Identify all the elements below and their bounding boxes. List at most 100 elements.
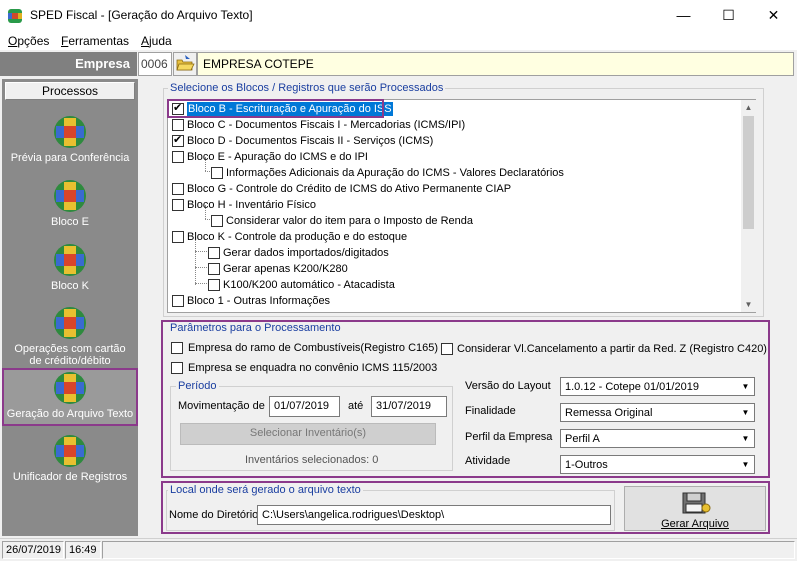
purpose-value: Remessa Original: [565, 407, 653, 419]
fuel-checkbox[interactable]: [171, 342, 183, 354]
chevron-down-icon: ▼: [738, 379, 753, 394]
profile-select[interactable]: Perfil A ▼: [560, 429, 755, 448]
splitter[interactable]: [138, 79, 142, 536]
movement-label: Movimentação de: [178, 400, 265, 412]
chevron-down-icon: ▼: [738, 405, 753, 420]
cube-icon: [54, 244, 86, 276]
menu-opcoes[interactable]: Opções: [8, 34, 49, 48]
tree-item-label: Bloco 1 - Outras Informações: [187, 295, 331, 307]
sidebar-item-geracao[interactable]: Geração do Arquivo Texto: [2, 368, 138, 426]
tree-item-label: Bloco H - Inventário Físico: [187, 199, 316, 211]
sidebar-item-label: Operações com cartão de crédito/débito: [14, 343, 126, 367]
sidebar-item-unificador[interactable]: Unificador de Registros: [2, 434, 138, 492]
selection-highlight: [167, 99, 384, 118]
checkbox[interactable]: [211, 215, 223, 227]
sidebar-item-label: Unificador de Registros: [12, 471, 128, 483]
cube-icon: [54, 372, 86, 404]
layout-label: Versão do Layout: [465, 380, 551, 392]
cancel-label: Considerar Vl.Cancelamento a partir da R…: [457, 343, 767, 355]
company-code-input[interactable]: 0006: [138, 52, 172, 76]
select-inventory-button[interactable]: Selecionar Inventário(s): [180, 423, 436, 445]
scroll-thumb[interactable]: [743, 116, 754, 229]
checkbox[interactable]: [172, 231, 184, 243]
checkbox[interactable]: [208, 279, 220, 291]
layout-value: 1.0.12 - Cotepe 01/01/2019: [565, 381, 699, 393]
maximize-button[interactable]: ☐: [706, 0, 751, 30]
sidebar-item-cartao[interactable]: Operações com cartão de crédito/débito: [2, 306, 138, 370]
sidebar-header: Processos: [5, 82, 135, 100]
chevron-down-icon: ▼: [738, 457, 753, 472]
blocks-legend: Selecione os Blocos / Registros que serã…: [168, 82, 446, 94]
activity-label: Atividade: [465, 455, 511, 467]
status-date: 26/07/2019: [2, 541, 64, 559]
company-label: Empresa: [75, 56, 130, 71]
layout-select[interactable]: 1.0.12 - Cotepe 01/01/2019 ▼: [560, 377, 755, 396]
tree-item-label: Bloco E - Apuração do ICMS e do IPI: [187, 151, 368, 163]
checkbox[interactable]: [208, 263, 220, 275]
cube-icon: [54, 307, 86, 339]
sidebar-item-bloco-k[interactable]: Bloco K: [2, 243, 138, 301]
generate-button-label: Gerar Arquivo: [661, 518, 729, 530]
purpose-select[interactable]: Remessa Original ▼: [560, 403, 755, 422]
cube-icon: [54, 435, 86, 467]
checkbox[interactable]: [172, 119, 184, 131]
to-label: até: [348, 400, 364, 412]
period-legend: Período: [176, 380, 219, 392]
scroll-down-icon[interactable]: ▼: [741, 297, 756, 312]
activity-select[interactable]: 1-Outros ▼: [560, 455, 755, 474]
dir-label: Nome do Diretório: [169, 509, 259, 521]
checkbox[interactable]: [172, 199, 184, 211]
tree-item-label: Gerar dados importados/digitados: [223, 247, 389, 259]
icms115-checkbox[interactable]: [171, 362, 183, 374]
date-to-input[interactable]: 31/07/2019: [371, 396, 447, 417]
sidebar-item-previa[interactable]: Prévia para Conferência: [2, 115, 138, 173]
close-button[interactable]: ✕: [751, 0, 796, 30]
profile-label: Perfil da Empresa: [465, 431, 553, 443]
purpose-label: Finalidade: [465, 405, 516, 417]
generate-button[interactable]: Gerar Arquivo: [624, 486, 766, 531]
checkbox[interactable]: [208, 247, 220, 259]
checkbox[interactable]: [211, 167, 223, 179]
sidebar-item-label: Geração do Arquivo Texto: [6, 408, 134, 420]
inventory-count: Inventários selecionados: 0: [245, 454, 379, 466]
blocks-tree: Bloco B - Escrituração e Apuração do ISS…: [167, 99, 756, 313]
dir-input[interactable]: C:\Users\angelica.rodrigues\Desktop\: [257, 505, 611, 525]
activity-value: 1-Outros: [565, 459, 608, 471]
chevron-down-icon: ▼: [738, 431, 753, 446]
sidebar-item-label: Prévia para Conferência: [10, 152, 130, 164]
tree-item-label: K100/K200 automático - Atacadista: [223, 279, 395, 291]
company-name-field: EMPRESA COTEPE: [197, 52, 794, 76]
tree-item-label: Considerar valor do item para o Imposto …: [226, 215, 474, 227]
tree-item-label: Bloco K - Controle da produção e do esto…: [187, 231, 408, 243]
minimize-button[interactable]: —: [661, 0, 706, 30]
checkbox[interactable]: [172, 134, 184, 147]
tree-item-label: Bloco D - Documentos Fiscais II - Serviç…: [187, 135, 434, 147]
date-from-input[interactable]: 01/07/2019: [269, 396, 340, 417]
scroll-up-icon[interactable]: ▲: [741, 100, 756, 115]
sidebar-item-bloco-e[interactable]: Bloco E: [2, 179, 138, 237]
menu-ajuda[interactable]: Ajuda: [141, 34, 172, 48]
tree-item-label: Gerar apenas K200/K280: [223, 263, 348, 275]
params-legend: Parâmetros para o Processamento: [168, 322, 343, 334]
tree-item-label: Bloco C - Documentos Fiscais I - Mercado…: [187, 119, 466, 131]
checkbox[interactable]: [172, 183, 184, 195]
sidebar-item-label: Bloco E: [51, 216, 89, 228]
window-title: SPED Fiscal - [Geração do Arquivo Texto]: [30, 8, 253, 22]
app-icon: [8, 9, 22, 23]
icms115-label: Empresa se enquadra no convênio ICMS 115…: [188, 362, 438, 374]
floppy-disk-icon: [682, 492, 711, 514]
open-folder-icon[interactable]: [173, 52, 197, 76]
profile-value: Perfil A: [565, 433, 600, 445]
cube-icon: [54, 116, 86, 148]
cancel-checkbox[interactable]: [441, 343, 453, 355]
checkbox[interactable]: [172, 151, 184, 163]
menu-ferramentas[interactable]: Ferramentas: [61, 34, 129, 48]
tree-item-label: Bloco G - Controle do Crédito de ICMS do…: [187, 183, 512, 195]
status-message: [102, 541, 795, 559]
status-time: 16:49: [65, 541, 101, 559]
checkbox[interactable]: [172, 295, 184, 307]
sidebar-item-label: Bloco K: [51, 280, 89, 292]
cube-icon: [54, 180, 86, 212]
output-legend: Local onde será gerado o arquivo texto: [168, 484, 363, 496]
fuel-label: Empresa do ramo de Combustíveis(Registro…: [188, 342, 439, 354]
